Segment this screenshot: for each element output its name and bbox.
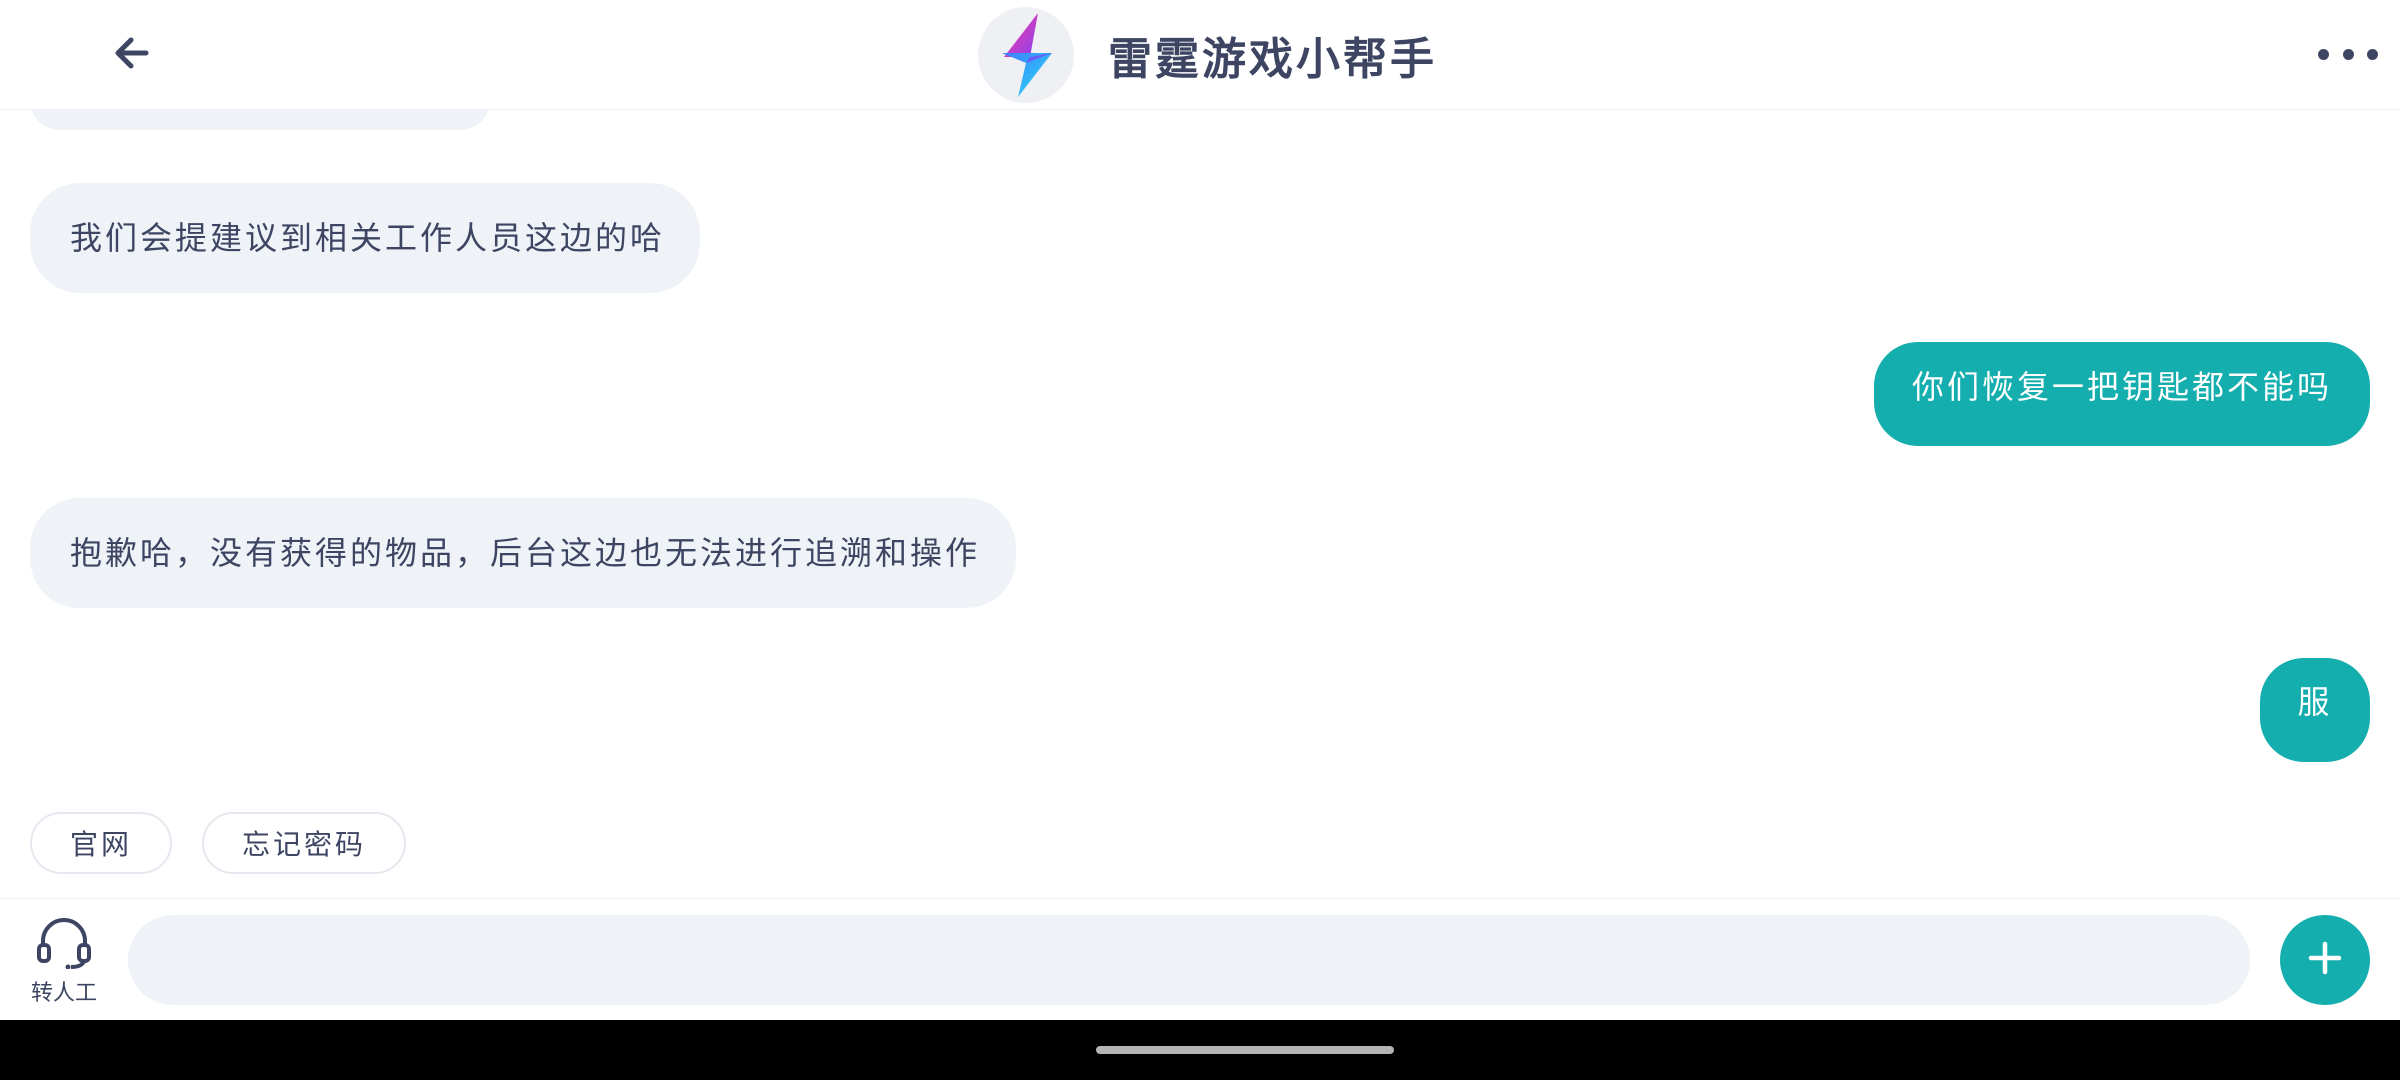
system-nav-bar (0, 1020, 2400, 1080)
more-button[interactable] (2318, 36, 2378, 72)
message-bubble-partial (30, 110, 490, 130)
quick-reply-official-site[interactable]: 官网 (30, 812, 173, 874)
chat-messages: 我们会提建议到相关工作人员这边的哈 你们恢复一把钥匙都不能吗 抱歉哈，没有获得的… (0, 110, 2400, 810)
message-bubble-incoming: 抱歉哈，没有获得的物品，后台这边也无法进行追溯和操作 (30, 498, 1016, 608)
transfer-human-label: 转人工 (30, 981, 97, 1006)
headset-icon (35, 917, 93, 973)
thunder-bolt-logo (978, 7, 1074, 103)
header-bar: 雷霆游戏小帮手 (0, 0, 2400, 110)
message-bubble-incoming: 我们会提建议到相关工作人员这边的哈 (30, 183, 700, 293)
message-bubble-outgoing: 你们恢复一把钥匙都不能吗 (1874, 342, 2370, 446)
home-indicator[interactable] (1096, 1046, 1394, 1054)
plus-button[interactable] (2280, 915, 2370, 1005)
quick-reply-forgot-password[interactable]: 忘记密码 (202, 812, 407, 874)
message-text: 我们会提建议到相关工作人员这边的哈 (70, 219, 666, 257)
plus-icon (2307, 940, 2343, 980)
transfer-human-button[interactable]: 转人工 (26, 917, 102, 1006)
more-dots-icon (2318, 48, 2329, 60)
input-bar: 转人工 (0, 898, 2400, 1020)
page-title: 雷霆游戏小帮手 (1108, 34, 1437, 85)
message-input[interactable] (128, 915, 2250, 1005)
message-text: 抱歉哈，没有获得的物品，后台这边也无法进行追溯和操作 (70, 534, 981, 572)
back-button[interactable] (100, 28, 164, 82)
arrow-left-icon (112, 33, 152, 77)
title-group: 雷霆游戏小帮手 (978, 6, 1437, 104)
message-bubble-outgoing: 服 (2260, 658, 2370, 762)
message-text: 服 (2297, 683, 2333, 721)
message-text: 你们恢复一把钥匙都不能吗 (1912, 368, 2333, 406)
chat-app: 雷霆游戏小帮手 我们会提建议到相关工作人员这边的哈 你们恢复一把钥匙都不能吗 抱… (0, 0, 2400, 1080)
quick-replies: 官网 忘记密码 (30, 812, 407, 874)
